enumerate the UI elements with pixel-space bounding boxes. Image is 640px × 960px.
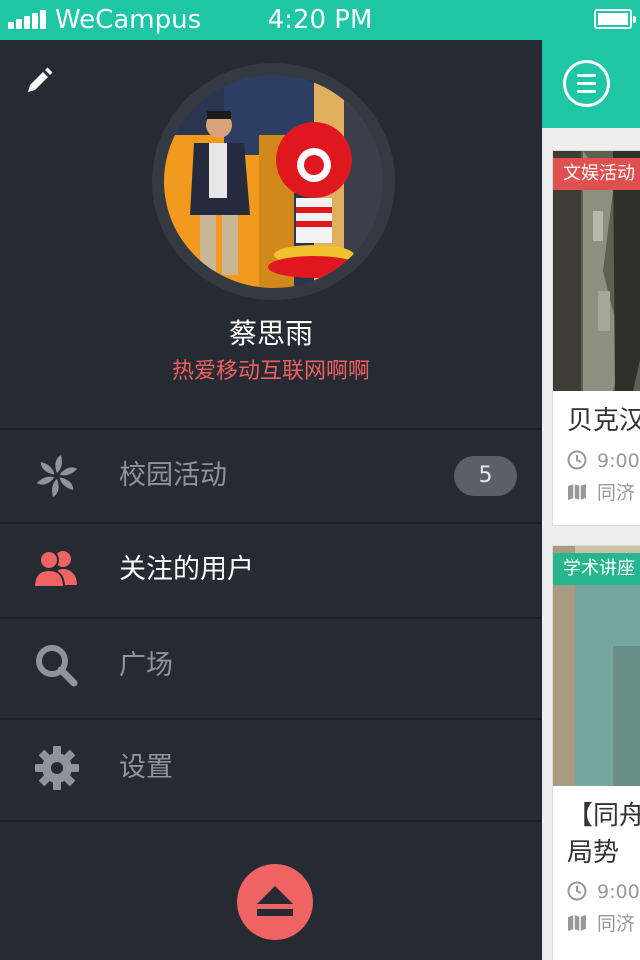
- event-time: 9:00-: [567, 448, 640, 474]
- menu-item-label: 校园活动: [119, 460, 227, 491]
- map-icon: [567, 482, 587, 502]
- battery-icon: [594, 9, 636, 29]
- event-location-text: 同济: [597, 482, 636, 504]
- category-tag: 文娱活动: [553, 158, 640, 190]
- event-location: 同济: [567, 480, 635, 506]
- map-icon: [567, 913, 587, 933]
- event-time-text: 9:00-: [597, 881, 640, 903]
- event-title: 贝克汉: [567, 406, 640, 436]
- pinwheel-icon: [32, 451, 82, 501]
- event-time-text: 9:00-: [597, 450, 640, 472]
- category-tag: 学术讲座: [553, 553, 640, 585]
- main-content-peek: 文娱活动 贝克汉 9:00- 同济: [542, 40, 640, 960]
- search-icon: [32, 641, 82, 691]
- app-screen: WeCampus 4:20 PM 蔡思雨 热爱移动互联网啊啊 校园活动 5 关注…: [0, 0, 640, 960]
- status-time: 4:20 PM: [267, 5, 373, 35]
- menu-item-followed-users[interactable]: 关注的用户: [0, 524, 542, 616]
- menu-item-settings[interactable]: 设置: [0, 722, 542, 814]
- logout-button[interactable]: [237, 864, 313, 940]
- gear-icon: [32, 743, 82, 793]
- event-card[interactable]: 文娱活动 贝克汉 9:00- 同济: [552, 150, 640, 526]
- clock-icon: [567, 881, 587, 901]
- event-time: 9:00-: [567, 879, 640, 905]
- menu-item-label: 设置: [119, 752, 173, 783]
- notification-badge: 5: [454, 456, 517, 496]
- eject-icon: [257, 886, 293, 916]
- event-title-line-1: 【同舟: [567, 801, 640, 831]
- event-location-text: 同济: [597, 913, 636, 935]
- user-motto: 热爱移动互联网啊啊: [171, 359, 370, 384]
- divider: [0, 718, 542, 720]
- clock-icon: [567, 450, 587, 470]
- status-bar: WeCampus 4:20 PM: [0, 0, 640, 40]
- edit-profile-icon[interactable]: [24, 66, 54, 96]
- menu-item-label: 关注的用户: [119, 554, 254, 585]
- menu-item-campus-activities[interactable]: 校园活动 5: [0, 430, 542, 522]
- divider: [0, 820, 542, 822]
- content-header: [542, 40, 640, 128]
- event-card[interactable]: 学术讲座 【同舟 局势 9:00- 同济: [552, 545, 640, 960]
- event-title-line-2: 局势: [567, 838, 620, 868]
- menu-item-label: 广场: [119, 650, 173, 681]
- side-menu: 蔡思雨 热爱移动互联网啊啊 校园活动 5 关注的用户 广场 设置: [0, 40, 542, 960]
- user-name: 蔡思雨: [228, 317, 313, 350]
- divider: [0, 617, 542, 619]
- users-icon: [32, 545, 82, 595]
- event-location: 同济: [567, 911, 635, 937]
- avatar[interactable]: [164, 75, 383, 288]
- avatar-ring: [152, 63, 395, 300]
- menu-toggle-button[interactable]: [563, 60, 610, 107]
- menu-item-plaza[interactable]: 广场: [0, 620, 542, 712]
